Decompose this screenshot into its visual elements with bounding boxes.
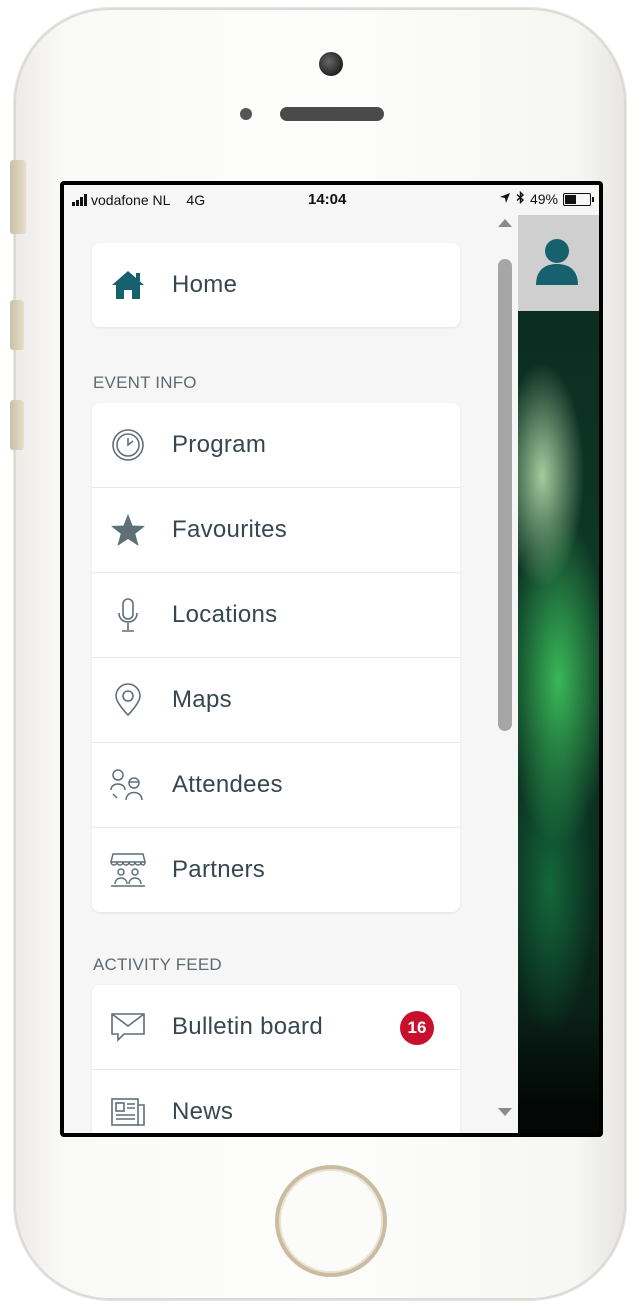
front-camera	[319, 52, 343, 76]
menu-item-bulletin-board[interactable]: Bulletin board 16	[92, 985, 460, 1070]
star-icon	[108, 510, 148, 550]
menu-item-label: Partners	[172, 856, 266, 883]
user-profile-icon[interactable]	[532, 235, 582, 287]
activity-feed-card: Bulletin board 16 News	[92, 985, 460, 1133]
menu-item-label: Bulletin board	[172, 1013, 323, 1040]
clock-icon	[108, 425, 148, 465]
message-icon	[108, 1007, 148, 1047]
scrollbar-thumb[interactable]	[498, 259, 512, 731]
scrollbar[interactable]	[495, 215, 515, 1133]
map-pin-icon	[108, 680, 148, 720]
menu-item-attendees[interactable]: Attendees	[92, 743, 460, 828]
signal-bars-icon	[72, 194, 87, 206]
battery-icon	[563, 192, 594, 206]
status-left: vodafone NL 4G	[72, 192, 205, 208]
notification-count-badge: 16	[400, 1011, 434, 1045]
mute-switch	[10, 160, 26, 234]
storefront-icon	[108, 850, 148, 890]
network-type: 4G	[186, 192, 206, 208]
proximity-sensor	[240, 108, 252, 120]
earpiece-speaker	[280, 107, 384, 121]
status-right: 49%	[499, 190, 594, 207]
menu-item-label: Favourites	[172, 516, 288, 543]
attendees-icon	[108, 765, 148, 805]
event-info-card: Program Favourites Locations Maps Attend…	[92, 403, 460, 912]
menu-item-partners[interactable]: Partners	[92, 828, 460, 912]
menu-item-label: Program	[172, 431, 267, 458]
menu-item-label: Home	[172, 271, 238, 298]
home-icon	[108, 265, 148, 305]
aurora-background-image	[518, 311, 599, 1133]
section-title-activity-feed: ACTIVITY FEED	[93, 955, 222, 974]
menu-item-label: News	[172, 1098, 234, 1125]
microphone-icon	[108, 595, 148, 635]
newspaper-icon	[108, 1092, 148, 1132]
side-menu-drawer: Home EVENT INFO Program Favourites Locat…	[64, 215, 518, 1133]
menu-item-news[interactable]: News	[92, 1070, 460, 1133]
background-content	[518, 215, 599, 1133]
menu-item-label: Maps	[172, 686, 232, 713]
screen-content: vodafone NL 4G 14:04 49% Home EVENT INFO…	[64, 185, 599, 1133]
menu-item-home[interactable]: Home	[92, 243, 460, 327]
bluetooth-icon	[516, 190, 525, 207]
header-strip	[518, 215, 599, 311]
menu-item-locations[interactable]: Locations	[92, 573, 460, 658]
menu-item-label: Attendees	[172, 771, 283, 798]
scroll-down-arrow-icon[interactable]	[498, 1108, 512, 1116]
menu-item-program[interactable]: Program	[92, 403, 460, 488]
screen: vodafone NL 4G 14:04 49% Home EVENT INFO…	[60, 181, 603, 1137]
status-time: 14:04	[308, 191, 347, 208]
section-title-event-info: EVENT INFO	[93, 373, 197, 392]
menu-item-label: Locations	[172, 601, 278, 628]
battery-percent: 49%	[529, 191, 558, 207]
menu-item-maps[interactable]: Maps	[92, 658, 460, 743]
volume-down-button	[10, 400, 24, 450]
location-arrow-icon	[499, 191, 511, 207]
volume-up-button	[10, 300, 24, 350]
status-bar: vodafone NL 4G 14:04 49%	[64, 185, 599, 215]
home-card: Home	[92, 243, 460, 327]
home-button[interactable]	[275, 1165, 387, 1277]
menu-item-favourites[interactable]: Favourites	[92, 488, 460, 573]
carrier-name: vodafone NL	[91, 192, 171, 208]
scroll-up-arrow-icon[interactable]	[498, 219, 512, 227]
tree-silhouette	[518, 1013, 599, 1133]
